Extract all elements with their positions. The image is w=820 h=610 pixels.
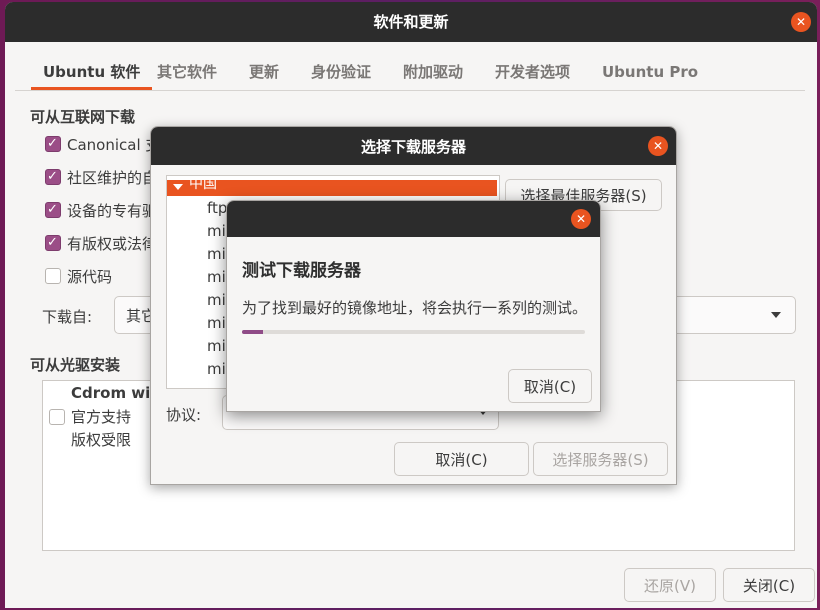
checkbox-proprietary-drivers[interactable]: 设备的专有驱 [45, 199, 157, 222]
dialog-close-button[interactable]: ✕ [571, 209, 591, 229]
window-close-button[interactable]: ✕ [791, 12, 811, 32]
window-title: 软件和更新 [373, 13, 449, 31]
dialog-message: 为了找到最好的镜像地址，将会执行一系列的测试。 [242, 299, 588, 317]
checkbox-community[interactable]: 社区维护的自 [45, 166, 157, 189]
close-icon: ✕ [652, 139, 664, 153]
cdrom-entry-line2: 版权受限 [71, 431, 132, 449]
tab-ubuntu-pro[interactable]: Ubuntu Pro [602, 50, 698, 90]
dialog-title: 选择下载服务器 [360, 138, 466, 156]
country-row-selected[interactable]: 中国 [167, 176, 497, 196]
tab-additional-drivers[interactable]: 附加驱动 [403, 50, 463, 90]
cancel-test-button[interactable]: 取消(C) [508, 369, 592, 403]
checkbox-checked-icon[interactable] [45, 166, 61, 188]
progress-bar [242, 330, 585, 334]
tab-other-software[interactable]: 其它软件 [157, 50, 217, 90]
cdrom-entry-line1: 官方支持 [71, 408, 132, 426]
checkbox-checked-icon[interactable] [45, 199, 61, 221]
cancel-button[interactable]: 取消(C) [394, 442, 529, 476]
progress-bar-fill [242, 330, 263, 334]
checkbox-source-code[interactable]: 源代码 [45, 266, 112, 288]
internet-section-title: 可从互联网下载 [30, 108, 136, 126]
checkbox-restricted[interactable]: 有版权或法律 [45, 232, 157, 255]
cdrom-checkbox[interactable] [49, 409, 65, 425]
dialog-titlebar[interactable]: 选择下载服务器 [151, 127, 676, 165]
close-button[interactable]: 关闭(C) [723, 568, 815, 602]
tab-ubuntu-software[interactable]: Ubuntu 软件 [31, 50, 153, 90]
revert-button[interactable]: 还原(V) [624, 568, 716, 602]
chevron-down-icon [771, 312, 781, 318]
close-icon: ✕ [795, 15, 807, 29]
testing-servers-dialog: ✕ 测试下载服务器 为了找到最好的镜像地址，将会执行一系列的测试。 取消(C) [226, 200, 601, 412]
cdrom-section-title: 可从光驱安装 [30, 356, 121, 374]
dialog-titlebar[interactable] [227, 201, 600, 237]
tab-developer-options[interactable]: 开发者选项 [495, 50, 570, 90]
checkbox-checked-icon[interactable] [45, 232, 61, 254]
close-icon: ✕ [575, 212, 587, 226]
window-titlebar[interactable]: 软件和更新 [5, 2, 817, 42]
tab-authentication[interactable]: 身份验证 [311, 50, 371, 90]
dialog-heading: 测试下载服务器 [242, 261, 361, 281]
protocol-label: 协议: [166, 406, 202, 424]
checkbox-checked-icon[interactable] [45, 133, 61, 155]
choose-server-button[interactable]: 选择服务器(S) [533, 442, 668, 476]
expander-icon[interactable] [173, 184, 183, 190]
checkbox-canonical[interactable]: Canonical 支 [45, 133, 160, 156]
checkbox-unchecked-icon[interactable] [45, 267, 61, 284]
server-row[interactable]: ftp [207, 197, 227, 219]
tab-bar: Ubuntu 软件 其它软件 更新 身份验证 附加驱动 开发者选项 Ubuntu… [15, 50, 805, 91]
dialog-close-button[interactable]: ✕ [648, 136, 668, 156]
download-from-label: 下载自: [42, 308, 93, 326]
tab-updates[interactable]: 更新 [249, 50, 279, 90]
